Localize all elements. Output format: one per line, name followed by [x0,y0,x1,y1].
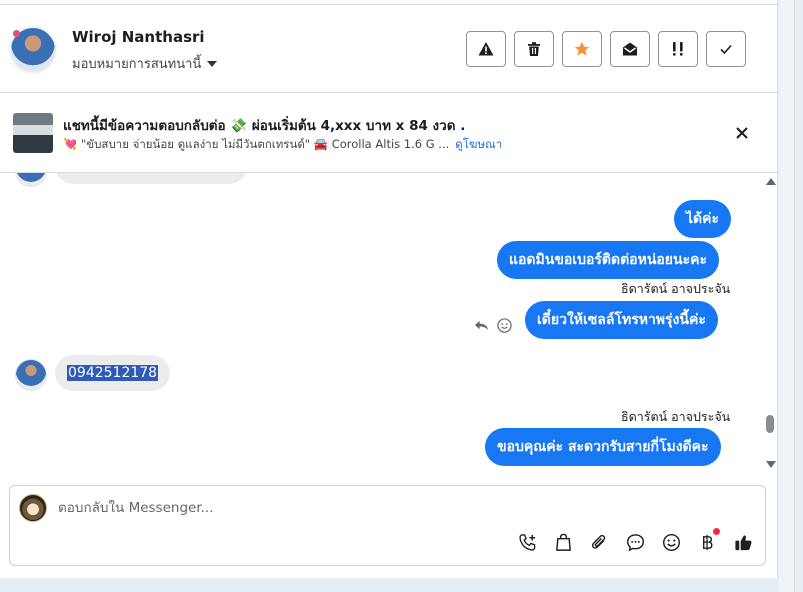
right-edge-divider [794,0,803,592]
shopping-bag-icon [555,533,571,551]
ad-subtitle-text: 💘 "ขับสบาย จ่ายน้อย ดูแลง่าย ไม่มีวันตกเ… [63,137,450,151]
caret-down-icon [207,60,218,67]
conversation-panel: Wiroj Nanthasri มอบหมายการสนทนานี้ แชทนี… [0,0,778,578]
reply-icon[interactable] [474,318,489,333]
assign-label: มอบหมายการสนทนานี้ [72,57,202,72]
shop-button[interactable] [552,531,574,553]
page-avatar [19,494,47,522]
follow-up-button[interactable] [658,31,698,67]
phone-number-selected[interactable]: 0942512178 [67,365,159,381]
ad-thumbnail[interactable] [13,113,53,153]
envelope-open-icon [623,42,637,56]
star-button[interactable] [562,31,602,67]
scrollbar-thumb[interactable] [766,415,774,433]
message-bubble-in[interactable] [55,173,247,184]
check-icon [720,44,732,55]
payment-button[interactable] [696,528,720,553]
emoji-icon [662,533,680,551]
sender-name: ธิดารัตน์ อาจประจัน [621,409,731,424]
notification-dot [713,528,720,535]
paperclip-icon [591,534,605,549]
message-bubble-out[interactable]: ได้ค่ะ [674,200,732,238]
mark-unread-button[interactable] [610,31,650,67]
contact-avatar-small [15,173,47,187]
spam-button[interactable] [466,31,506,67]
trash-icon [528,42,540,56]
add-call-button[interactable] [516,531,538,553]
message-scrollbar[interactable] [764,173,778,475]
composer-toolbar [516,528,754,553]
contact-avatar[interactable] [9,26,57,74]
right-edge-panel [779,0,803,592]
message-thread[interactable]: ได้ค่ะ แอดมินขอเบอร์ติดต่อหน่อยนะคะ ธิดา… [0,173,778,475]
message-actions [474,318,512,333]
conversation-actions [466,31,746,67]
message-bubble-in[interactable]: 0942512178 [55,355,171,391]
attach-button[interactable] [588,531,610,553]
sender-name: ธิดารัตน์ อาจประจัน [621,281,731,296]
emoji-button[interactable] [660,531,682,553]
thumbs-up-icon [734,534,751,550]
close-icon[interactable] [733,124,751,142]
baht-icon [702,534,712,550]
warning-icon [478,42,494,56]
view-ad-link[interactable]: ดูโฆษณา [455,137,502,151]
message-bubble-out[interactable]: เดี๋ยวให้เซลล์โทรหาพรุ่งนี้ค่ะ [525,301,718,339]
assign-conversation-dropdown[interactable]: มอบหมายการสนทนานี้ [72,53,218,74]
contact-avatar-small [15,359,47,391]
conversation-header: Wiroj Nanthasri มอบหมายการสนทนานี้ [0,4,778,93]
delete-button[interactable] [514,31,554,67]
ad-context-banner: แชทนี้มีข้อความตอบกลับต่อ 💸 ผ่อนเริ่มต้น… [0,93,778,173]
mark-done-button[interactable] [706,31,746,67]
scroll-down-arrow-icon[interactable] [766,461,776,468]
reply-composer [9,485,766,566]
contact-name[interactable]: Wiroj Nanthasri [72,28,205,46]
exclamation-icon [673,42,683,56]
message-bubble-out[interactable]: แอดมินขอเบอร์ติดต่อหน่อยนะคะ [497,241,719,279]
like-button[interactable] [732,531,754,553]
saved-replies-button[interactable] [624,531,646,553]
ad-title: แชทนี้มีข้อความตอบกลับต่อ 💸 ผ่อนเริ่มต้น… [63,118,466,134]
saved-reply-icon [626,533,644,551]
scroll-up-arrow-icon[interactable] [766,178,776,185]
reply-input[interactable] [58,498,738,518]
add-call-icon [518,533,535,551]
bottom-edge [0,578,779,592]
message-bubble-out[interactable]: ขอบคุณค่ะ สะดวกรับสายกี่โมงดีคะ [485,428,721,466]
star-icon [574,41,590,56]
ad-subtitle: 💘 "ขับสบาย จ่ายน้อย ดูแลง่าย ไม่มีวันตกเ… [63,136,502,154]
react-emoji-icon[interactable] [497,318,512,333]
